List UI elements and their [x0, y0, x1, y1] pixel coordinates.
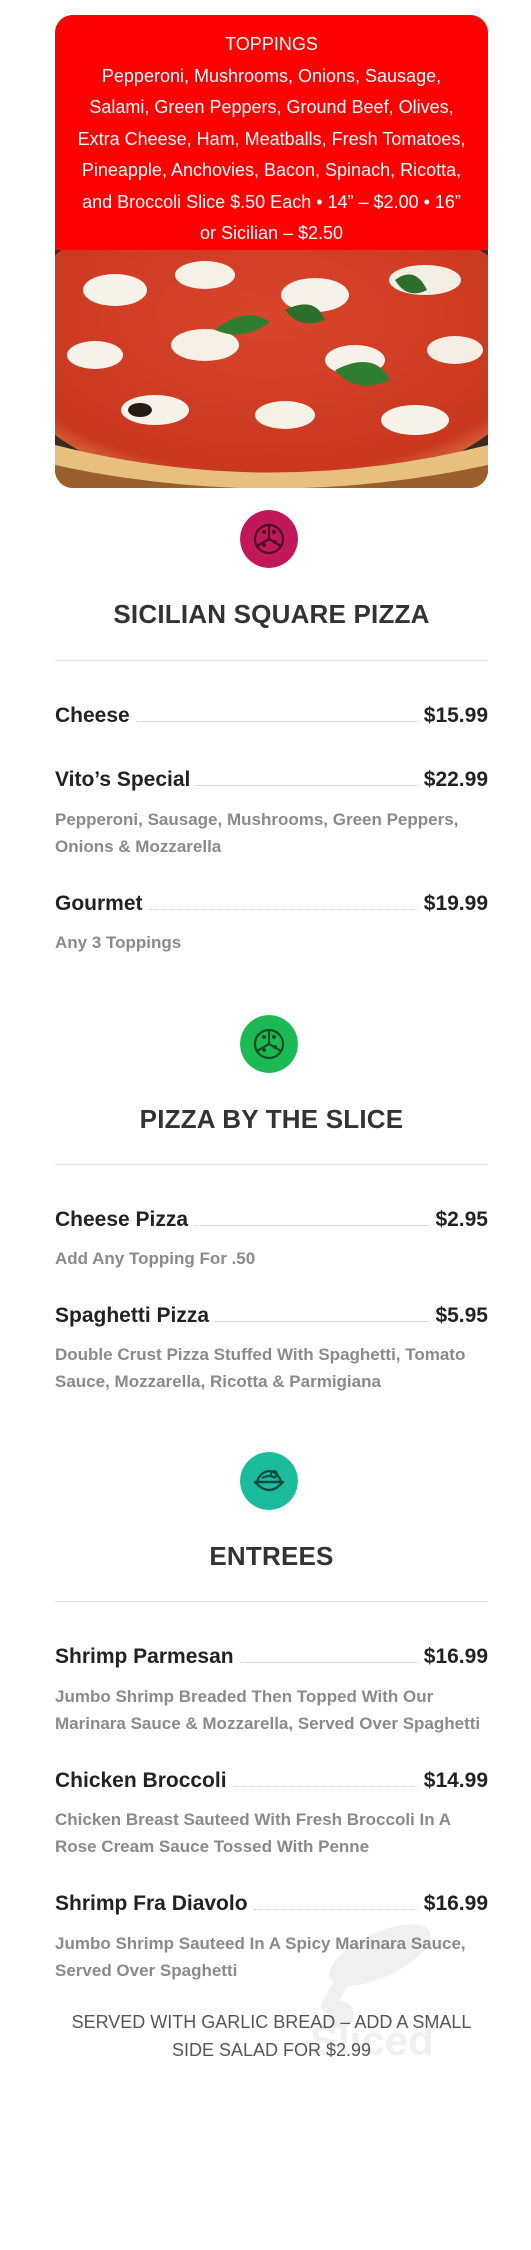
- dotted-leader: [239, 1661, 418, 1663]
- item-description: Any 3 Toppings: [55, 933, 182, 952]
- menu-item-gourmet: Gourmet $19.99: [55, 889, 488, 919]
- menu-item-cheese: Cheese $15.99: [55, 701, 488, 731]
- toppings-title: TOPPINGS: [225, 34, 318, 54]
- dotted-leader: [135, 720, 418, 722]
- menu-item-shrimp-parmesan: Shrimp Parmesan $16.99: [55, 1642, 488, 1672]
- toppings-line: Pepperoni, Mushrooms, Onions, Sausage,: [101, 65, 442, 86]
- pizza-icon: [240, 1015, 298, 1073]
- item-description: Add Any Topping For .50: [55, 1249, 256, 1268]
- toppings-line: Extra Cheese, Ham, Meatballs, Fresh Toma…: [77, 128, 466, 149]
- item-name: Spaghetti Pizza: [55, 1304, 210, 1327]
- item-price: $5.95: [435, 1304, 488, 1327]
- toppings-card: TOPPINGS Pepperoni, Mushrooms, Onions, S…: [55, 15, 488, 488]
- item-name: Vito’s Special: [55, 768, 191, 791]
- item-price: $14.99: [423, 1769, 488, 1792]
- menu-item-chicken-broccoli: Chicken Broccoli $14.99: [55, 1766, 488, 1796]
- section-divider: [55, 660, 488, 661]
- dotted-leader: [215, 1320, 430, 1322]
- item-description: Jumbo Shrimp Breaded Then Topped With Ou…: [55, 1687, 481, 1733]
- pizza-photo: [55, 250, 488, 488]
- toppings-line: and Broccoli Slice $.50 Each • 14” – $2.…: [82, 191, 461, 212]
- toppings-line: Salami, Green Peppers, Ground Beef, Oliv…: [89, 97, 454, 117]
- item-description: Pepperoni, Sausage, Mushrooms, Green Pep…: [55, 810, 459, 856]
- section-divider: [55, 1164, 488, 1165]
- item-price: $16.99: [423, 1645, 488, 1668]
- dotted-leader: [232, 1785, 418, 1787]
- item-description: Chicken Breast Sauteed With Fresh Brocco…: [55, 1810, 451, 1856]
- item-name: Shrimp Fra Diavolo: [55, 1892, 248, 1915]
- pasta-bowl-icon: [240, 1452, 298, 1510]
- item-name: Shrimp Parmesan: [55, 1645, 234, 1668]
- toppings-line: or Sicilian – $2.50: [199, 223, 344, 243]
- item-name: Cheese Pizza: [55, 1208, 189, 1231]
- pizza-icon: [240, 510, 298, 568]
- section-title-slice: PIZZA BY THE SLICE: [139, 1104, 404, 1134]
- note-line: SERVED WITH GARLIC BREAD – ADD A SMALL: [71, 2012, 472, 2032]
- item-price: $19.99: [423, 892, 488, 915]
- item-name: Chicken Broccoli: [55, 1769, 227, 1792]
- dotted-leader: [196, 784, 418, 786]
- toppings-text: TOPPINGS Pepperoni, Mushrooms, Onions, S…: [55, 15, 488, 250]
- item-description: Double Crust Pizza Stuffed With Spaghett…: [55, 1345, 466, 1391]
- section-title-entrees: ENTREES: [209, 1541, 334, 1571]
- dotted-leader: [194, 1224, 430, 1226]
- toppings-line: Pineapple, Anchovies, Bacon, Spinach, Ri…: [81, 160, 462, 180]
- garlic-bread-note: SERVED WITH GARLIC BREAD – ADD A SMALL S…: [55, 2008, 488, 2064]
- menu-item-vitos-special: Vito’s Special $22.99: [55, 765, 488, 795]
- item-price: $2.95: [435, 1208, 488, 1231]
- menu-item-cheese-pizza: Cheese Pizza $2.95: [55, 1205, 488, 1235]
- menu-item-spaghetti-pizza: Spaghetti Pizza $5.95: [55, 1301, 488, 1331]
- dotted-leader: [148, 908, 418, 910]
- item-name: Gourmet: [55, 892, 143, 915]
- item-name: Cheese: [55, 704, 130, 727]
- item-price: $22.99: [423, 768, 488, 791]
- section-title-sicilian: SICILIAN SQUARE PIZZA: [113, 599, 430, 629]
- item-price: $15.99: [423, 704, 488, 727]
- section-divider: [55, 1601, 488, 1602]
- note-line: SIDE SALAD FOR $2.99: [171, 2040, 372, 2060]
